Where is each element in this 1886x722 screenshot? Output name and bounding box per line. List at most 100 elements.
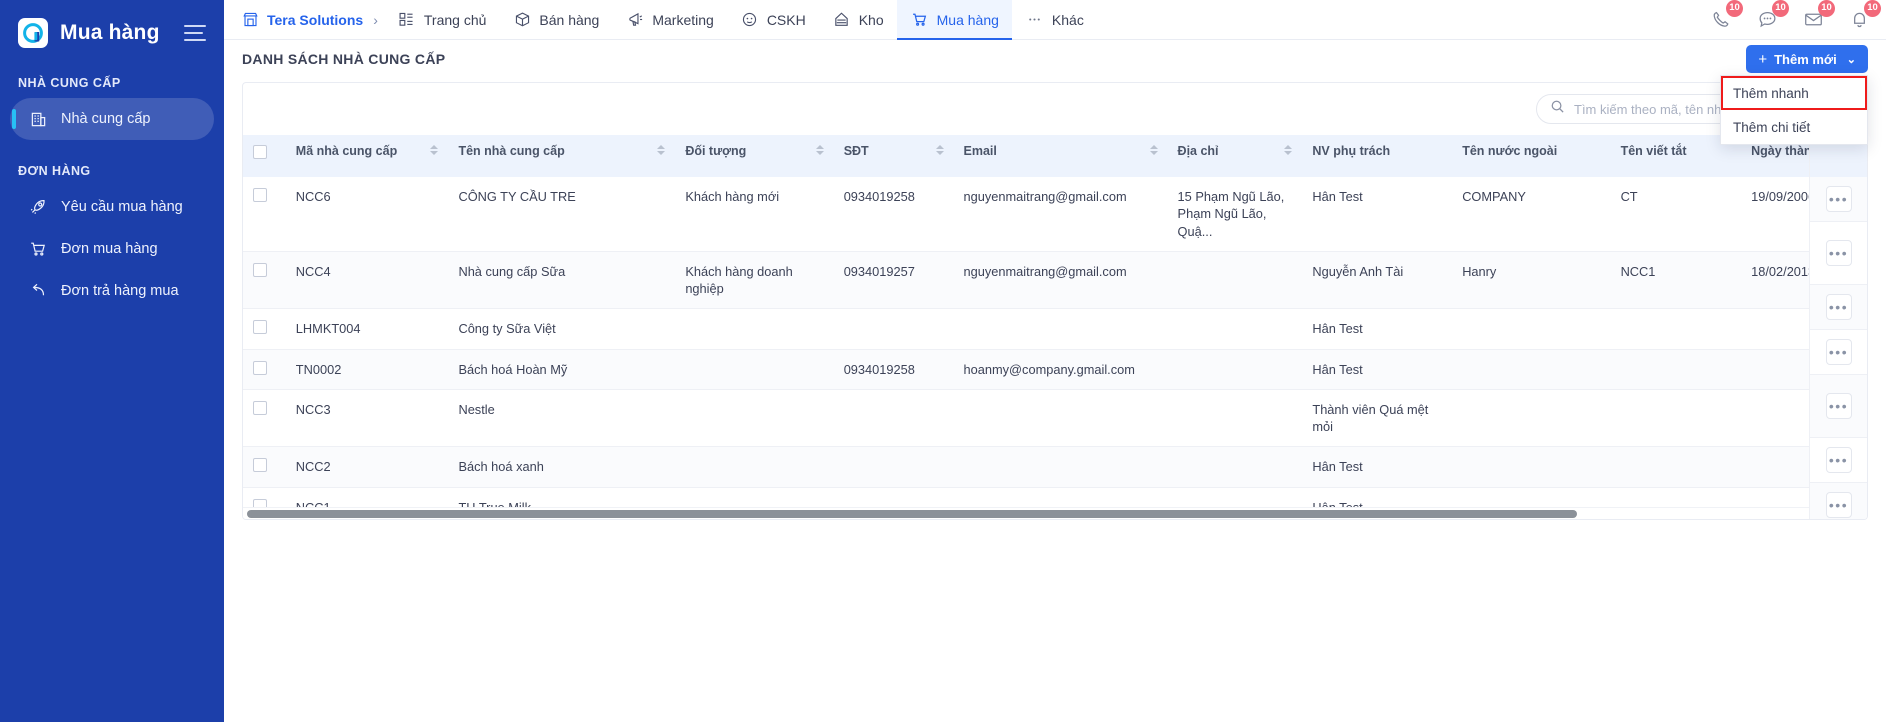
horizontal-scrollbar[interactable] — [243, 507, 1867, 519]
nav-item-marketing[interactable]: Marketing — [612, 0, 726, 40]
table-row[interactable]: NCC4 Nhà cung cấp Sữa Khách hàng doanh n… — [243, 251, 1867, 310]
nav-item-label: CSKH — [766, 11, 806, 28]
table-row[interactable]: LHMKT004 Công ty Sữa Việt Hân Test — [243, 308, 1867, 350]
row-checkbox[interactable] — [253, 262, 267, 277]
cell-name[interactable]: Nhà cung cấp Sữa — [448, 251, 676, 310]
cell-object: Khách hàng mới — [675, 177, 834, 252]
cell-name[interactable]: Bách hoá xanh — [448, 446, 676, 488]
sidebar-title: Mua hàng — [60, 21, 160, 44]
table-row[interactable]: NCC6 CÔNG TY CẦU TRE Khách hàng mới 0934… — [243, 177, 1867, 252]
row-checkbox[interactable] — [253, 188, 267, 202]
nav-item-ban-hang[interactable]: Bán hàng — [499, 0, 612, 40]
sort-icon[interactable] — [1149, 145, 1158, 155]
more-options-icon[interactable]: ••• — [1825, 492, 1852, 518]
cell-name[interactable]: Công ty Sữa Việt — [448, 308, 676, 350]
table-row[interactable]: TN0002 Bách hoá Hoàn Mỹ 0934019258 hoanm… — [243, 349, 1867, 390]
col-ma-nha-cung-cap[interactable]: Mã nhà cung cấp — [285, 135, 449, 177]
sidebar-item-yeu-cau-mua-hang[interactable]: Yêu cầu mua hàng — [10, 186, 214, 228]
cell-name[interactable]: CÔNG TY CẦU TRE — [448, 177, 676, 252]
more-options-icon[interactable]: ••• — [1825, 339, 1852, 365]
cell-email: hoanmy@company.gmail.com — [953, 349, 1168, 390]
dropdown-item-them-chi-tiet[interactable]: Thêm chi tiết — [1721, 110, 1867, 144]
col-dia-chi[interactable]: Địa chỉ — [1167, 135, 1303, 177]
tera-logo-icon — [18, 18, 48, 48]
row-checkbox[interactable] — [253, 320, 267, 335]
col-email[interactable]: Email — [953, 135, 1168, 177]
nav-item-label: Khác — [1051, 11, 1084, 28]
col-doi-tuong[interactable]: Đối tượng — [675, 135, 834, 177]
more-options-icon[interactable]: ••• — [1825, 447, 1852, 473]
sort-icon[interactable] — [430, 145, 439, 155]
mail-icon[interactable]: 10 — [1800, 0, 1835, 33]
plus-icon: + — [1758, 50, 1768, 68]
cell-code: TN0002 — [285, 349, 449, 390]
column-label: NV phụ trách — [1312, 144, 1391, 158]
sidebar-item-nha-cung-cap[interactable]: Nhà cung cấp — [10, 98, 214, 140]
column-label: SĐT — [843, 144, 869, 158]
sidebar-item-label: Đơn trả hàng mua — [61, 283, 179, 299]
cell-staff[interactable]: Hân Test — [1302, 349, 1453, 390]
main-content: Tera Solutions › Trang chủ Bán hàng Mark… — [224, 0, 1886, 722]
more-options-icon[interactable]: ••• — [1825, 393, 1852, 419]
sort-icon[interactable] — [815, 145, 824, 155]
row-checkbox[interactable] — [253, 360, 267, 375]
scrollbar-thumb[interactable] — [247, 510, 1577, 518]
nav-item-khac[interactable]: Khác — [1012, 0, 1097, 40]
breadcrumb-tera-solutions[interactable]: Tera Solutions — [224, 11, 367, 28]
cell-staff[interactable]: Hân Test — [1302, 308, 1453, 350]
bell-icon[interactable]: 10 — [1846, 0, 1881, 33]
add-new-dropdown-menu: Thêm nhanh Thêm chi tiết — [1720, 75, 1868, 145]
more-options-icon[interactable]: ••• — [1825, 240, 1852, 266]
top-navigation-bar: Tera Solutions › Trang chủ Bán hàng Mark… — [224, 0, 1886, 40]
more-options-icon[interactable]: ••• — [1825, 186, 1852, 212]
col-ten-nuoc-ngoai: Tên nước ngoài — [1452, 135, 1611, 177]
dropdown-item-them-nhanh[interactable]: Thêm nhanh — [1721, 76, 1867, 110]
cell-foreign-name — [1452, 446, 1611, 488]
table-row[interactable]: NCC3 Nestle Thành viên Quá mệt mỏi — [243, 389, 1867, 448]
column-label: Đối tượng — [685, 144, 747, 158]
column-label: Tên viết tắt — [1620, 144, 1687, 158]
col-sdt[interactable]: SĐT — [833, 135, 954, 177]
nav-item-cskh[interactable]: CSKH — [727, 0, 819, 40]
cell-staff[interactable]: Hân Test — [1302, 446, 1453, 488]
row-action-cell: ••• — [1810, 483, 1867, 519]
cell-email: nguyenmaitrang@gmail.com — [953, 177, 1168, 252]
cell-staff[interactable]: Thành viên Quá mệt mỏi — [1302, 389, 1453, 448]
sort-icon[interactable] — [657, 145, 666, 155]
cell-staff[interactable]: Nguyễn Anh Tài — [1302, 251, 1453, 310]
cell-code: NCC2 — [285, 446, 449, 488]
nav-item-trang-chu[interactable]: Trang chủ — [384, 0, 500, 40]
phone-icon[interactable]: 10 — [1708, 0, 1743, 33]
col-ten-nha-cung-cap[interactable]: Tên nhà cung cấp — [448, 135, 676, 177]
nav-item-label: Bán hàng — [539, 11, 600, 28]
chat-icon[interactable]: 10 — [1754, 0, 1789, 33]
col-nv-phu-trach: NV phụ trách — [1302, 135, 1453, 177]
row-checkbox[interactable] — [253, 400, 267, 415]
table-scroll-container[interactable]: Mã nhà cung cấp Tên nhà cung cấp Đối tượ… — [243, 135, 1867, 519]
cell-name[interactable]: Bách hoá Hoàn Mỹ — [448, 349, 676, 390]
nav-item-mua-hang[interactable]: Mua hàng — [896, 0, 1013, 40]
sort-icon[interactable] — [935, 145, 944, 155]
column-label: Tên nhà cung cấp — [458, 144, 565, 158]
sidebar-group-label-suppliers: NHÀ CUNG CẤP — [18, 76, 121, 90]
nav-item-label: Trang chủ — [423, 11, 487, 28]
cell-staff[interactable]: Hân Test — [1302, 177, 1453, 252]
row-select-cell — [243, 177, 286, 252]
nav-item-kho[interactable]: Kho — [819, 0, 897, 40]
more-options-icon[interactable]: ••• — [1825, 294, 1852, 320]
select-all-checkbox[interactable] — [253, 145, 267, 159]
cell-object — [675, 446, 834, 488]
cell-object — [675, 389, 834, 448]
sort-icon[interactable] — [1284, 145, 1293, 155]
row-checkbox[interactable] — [253, 458, 267, 473]
sidebar-item-don-tra-hang-mua[interactable]: Đơn trả hàng mua — [10, 270, 214, 312]
table-row[interactable]: NCC2 Bách hoá xanh Hân Test — [243, 446, 1867, 488]
add-new-button[interactable]: + Thêm mới ⌄ — [1746, 45, 1868, 73]
row-select-cell — [243, 389, 286, 448]
cell-phone — [833, 389, 954, 448]
hamburger-icon[interactable] — [184, 25, 206, 41]
sidebar-item-don-mua-hang[interactable]: Đơn mua hàng — [10, 228, 214, 270]
rocket-icon — [28, 197, 48, 217]
cell-name[interactable]: Nestle — [448, 389, 676, 448]
row-action-cell: ••• — [1810, 330, 1867, 375]
